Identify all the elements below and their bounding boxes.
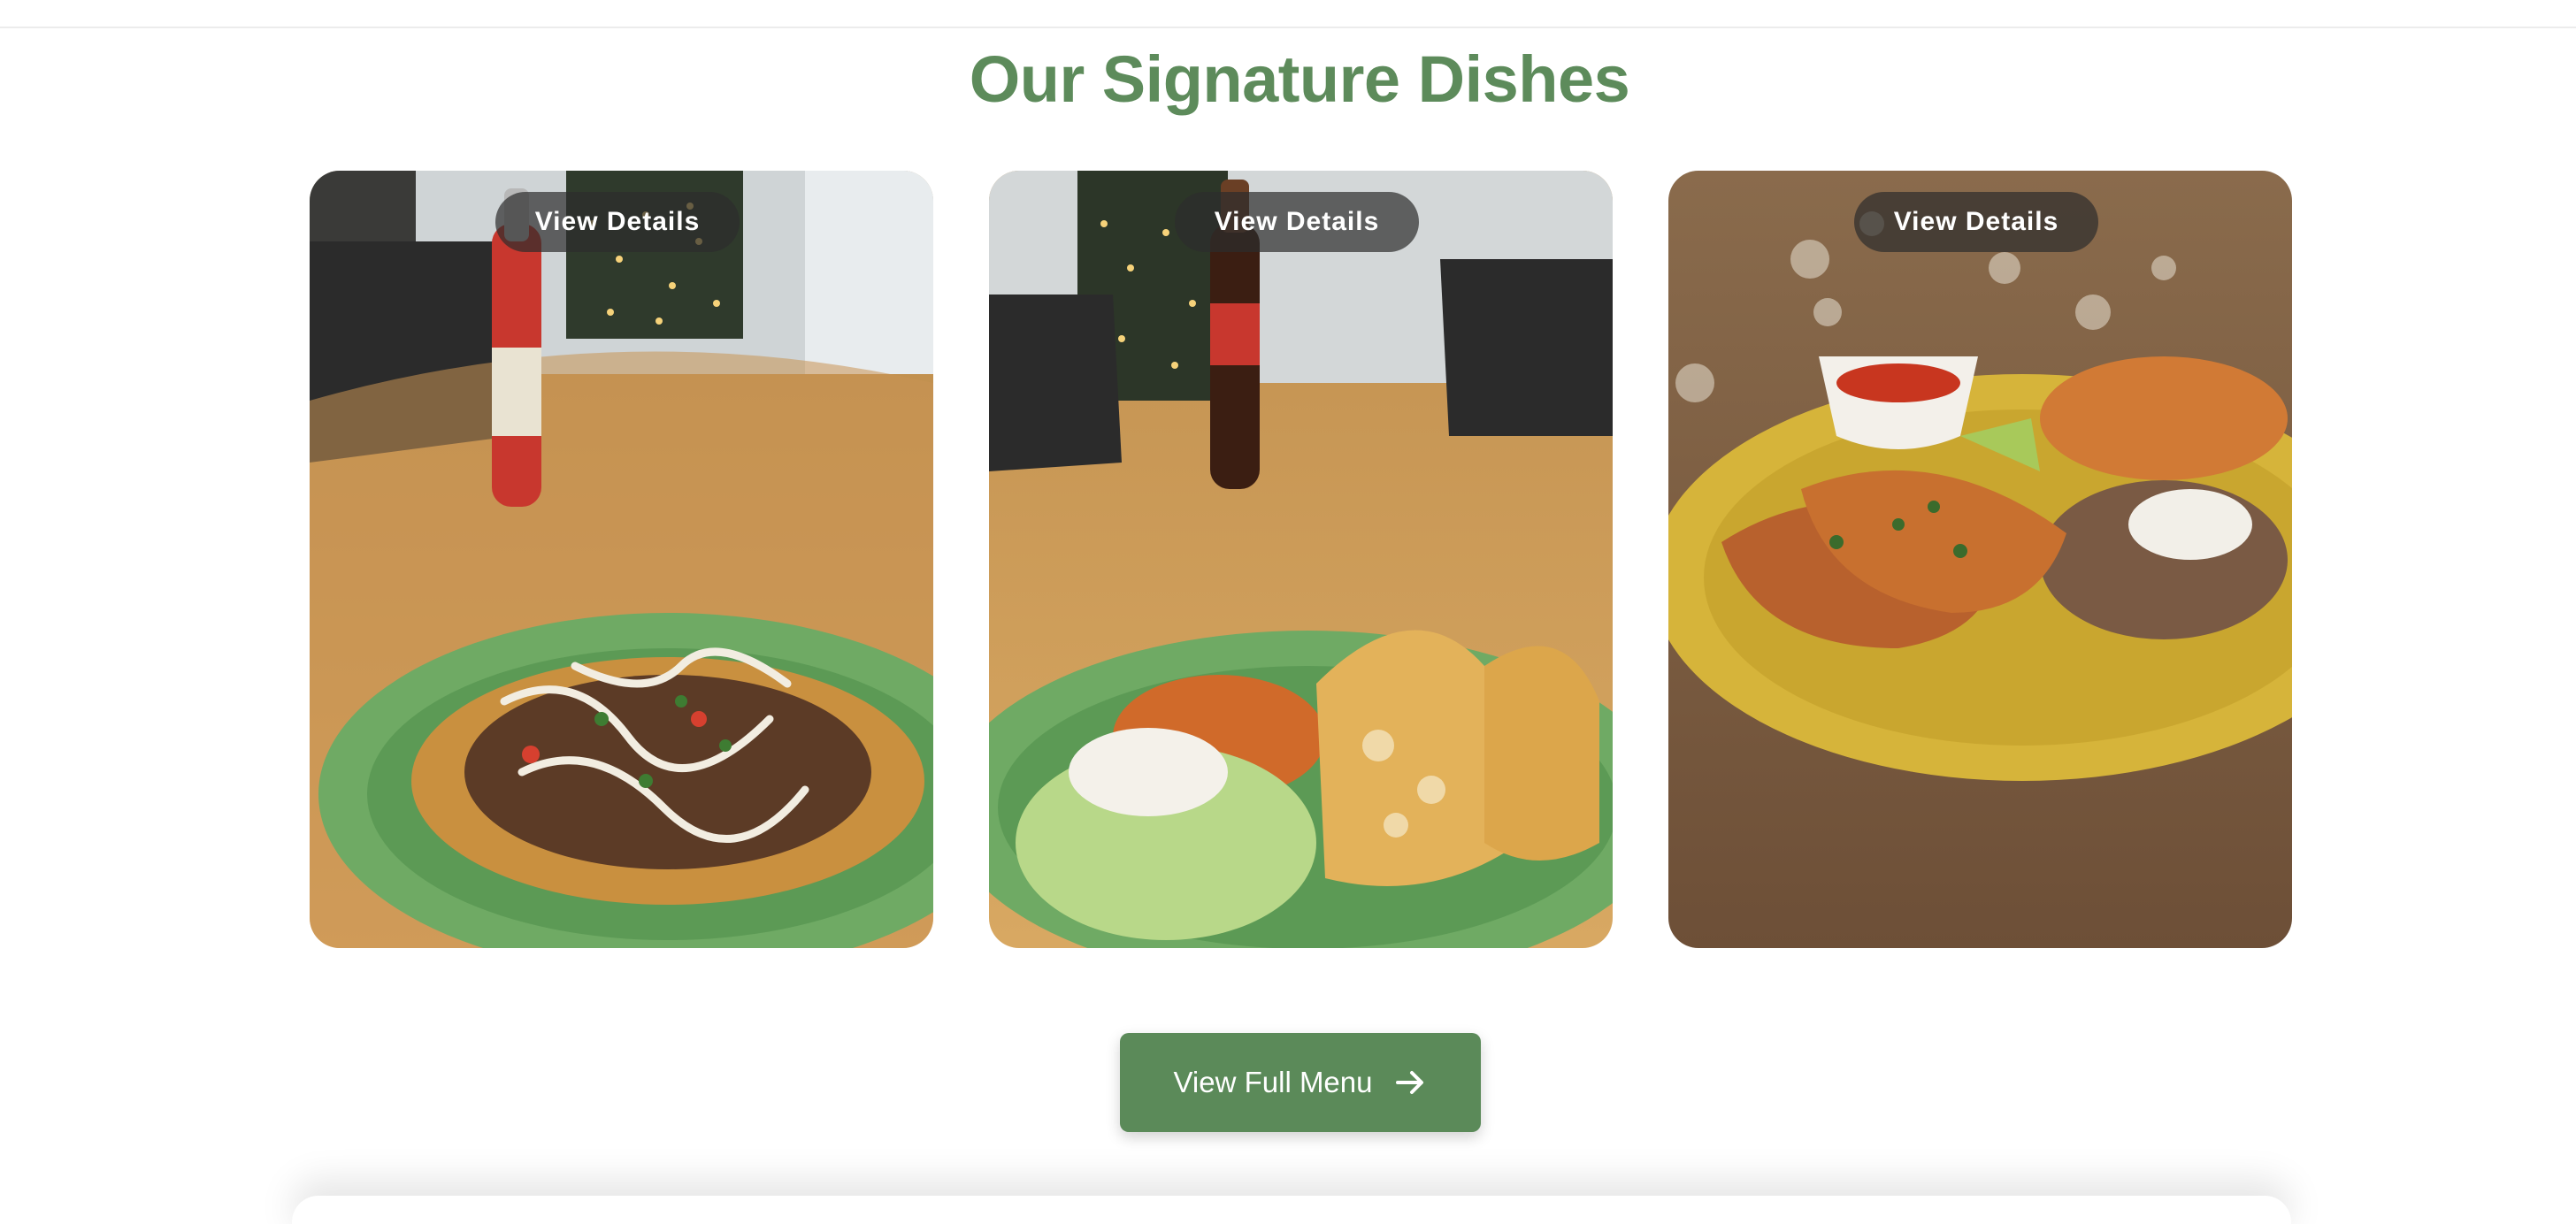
footer-panel-edge bbox=[292, 1196, 2291, 1224]
dish-card[interactable]: View Details bbox=[310, 171, 933, 948]
dish-card[interactable]: View Details bbox=[989, 171, 1613, 948]
header-divider bbox=[0, 27, 2576, 28]
view-details-button[interactable]: View Details bbox=[495, 192, 740, 252]
view-details-button[interactable]: View Details bbox=[1854, 192, 2098, 252]
arrow-right-icon bbox=[1395, 1071, 1423, 1094]
view-full-menu-label: View Full Menu bbox=[1173, 1066, 1373, 1098]
section-title: Our Signature Dishes bbox=[969, 42, 1630, 116]
view-full-menu-button[interactable]: View Full Menu bbox=[1120, 1033, 1481, 1132]
steak-fries-plate-photo bbox=[310, 171, 933, 948]
signature-dishes-page: Our Signature Dishes View Details View D… bbox=[0, 0, 2576, 1224]
birria-tacos-plate-photo bbox=[1668, 171, 2292, 948]
shrimp-chimichanga-plate-photo bbox=[989, 171, 1613, 948]
dish-card[interactable]: View Details bbox=[1668, 171, 2292, 948]
view-details-button[interactable]: View Details bbox=[1175, 192, 1419, 252]
